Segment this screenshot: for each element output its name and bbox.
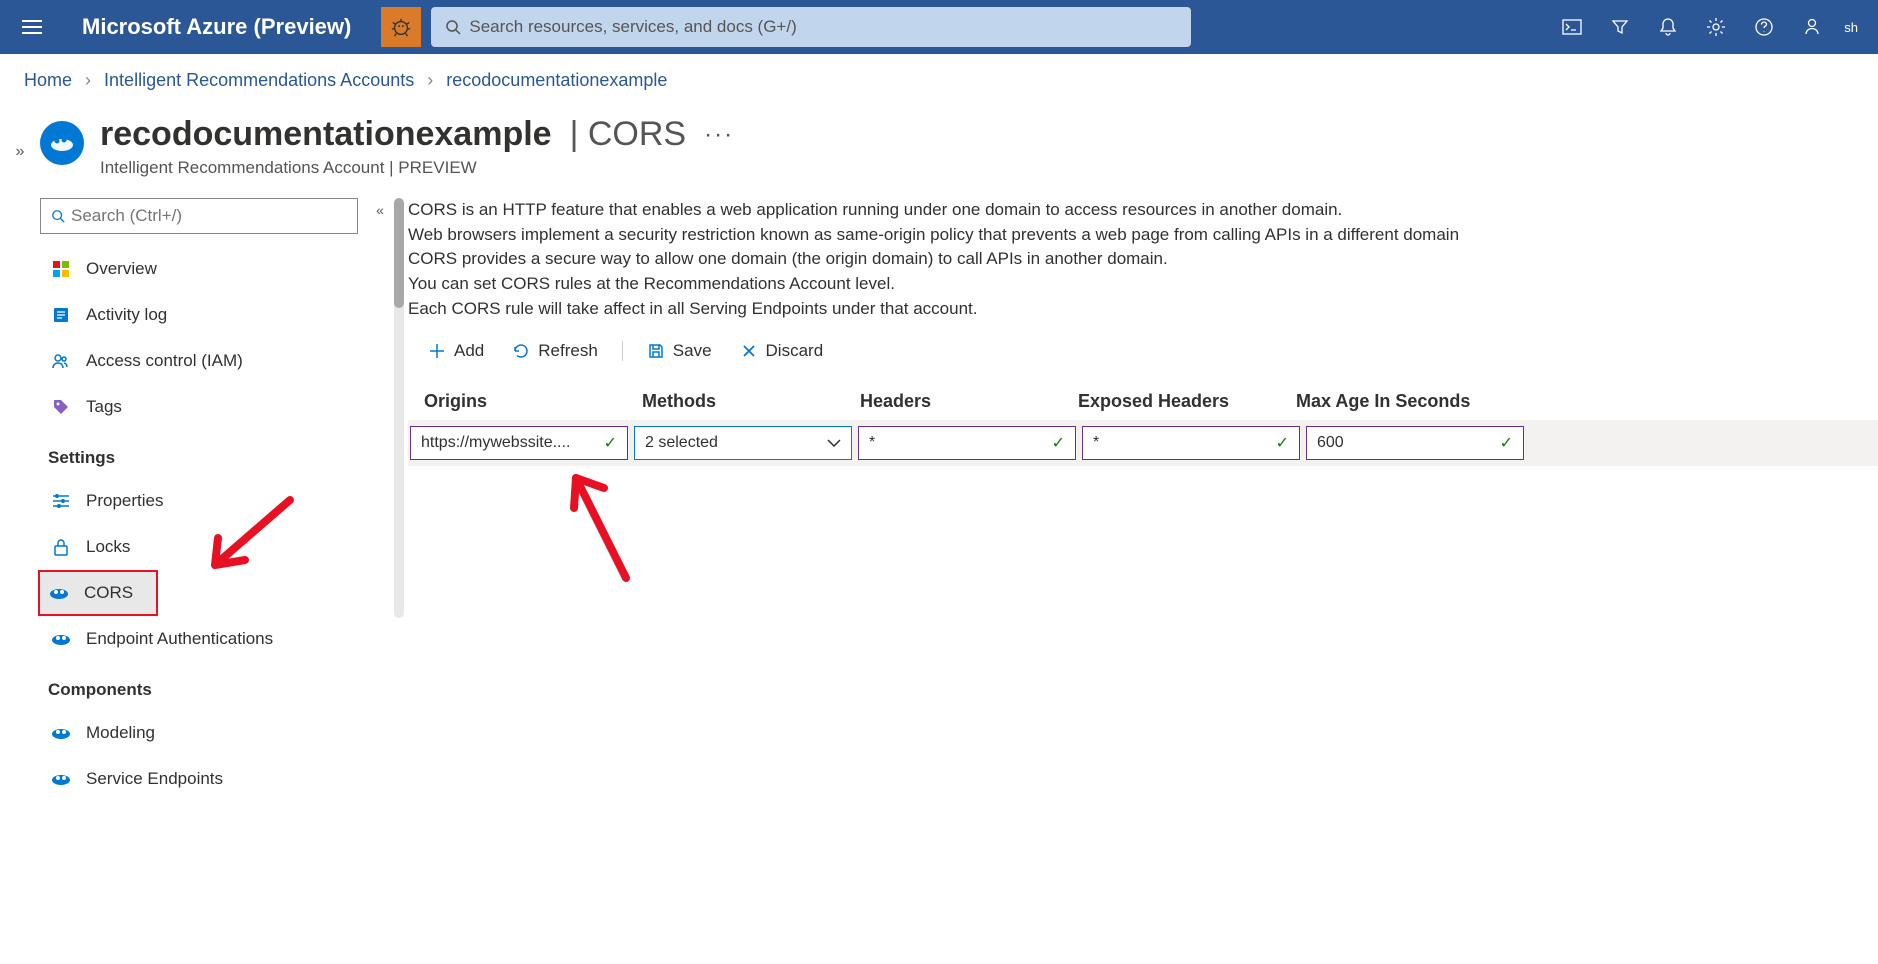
sidebar-item-label: Overview bbox=[86, 259, 157, 279]
page-title-suffix: | CORS bbox=[570, 115, 687, 154]
discard-button[interactable]: Discard bbox=[730, 335, 834, 367]
top-actions: sh bbox=[1548, 0, 1866, 54]
sidebar-item-label: Properties bbox=[86, 491, 163, 511]
user-label[interactable]: sh bbox=[1836, 20, 1866, 35]
breadcrumb-accounts[interactable]: Intelligent Recommendations Accounts bbox=[104, 70, 414, 90]
service-endpoints-icon bbox=[48, 766, 74, 792]
sidebar-item-locks[interactable]: Locks bbox=[40, 524, 358, 570]
bug-button[interactable] bbox=[381, 7, 421, 47]
col-exposed: Exposed Headers bbox=[1070, 383, 1288, 420]
feedback-button[interactable] bbox=[1788, 0, 1836, 54]
overview-icon bbox=[48, 256, 74, 282]
sidebar-item-service-endpoints[interactable]: Service Endpoints bbox=[40, 756, 358, 802]
col-origins: Origins bbox=[416, 383, 634, 420]
col-methods: Methods bbox=[634, 383, 852, 420]
sidebar-item-label: Activity log bbox=[86, 305, 167, 325]
global-search[interactable] bbox=[431, 7, 1191, 47]
add-button[interactable]: Add bbox=[418, 335, 494, 367]
col-headers: Headers bbox=[852, 383, 1070, 420]
expand-toggle[interactable]: » bbox=[0, 107, 40, 963]
sidebar-item-access-control[interactable]: Access control (IAM) bbox=[40, 338, 358, 384]
sidebar-search[interactable] bbox=[40, 198, 358, 234]
cors-icon bbox=[46, 580, 72, 606]
check-icon: ✓ bbox=[1500, 433, 1513, 453]
breadcrumb-resource[interactable]: recodocumentationexample bbox=[446, 70, 667, 90]
breadcrumb: Home › Intelligent Recommendations Accou… bbox=[0, 54, 1878, 107]
sidebar-section-settings: Settings bbox=[40, 430, 358, 478]
help-button[interactable] bbox=[1740, 0, 1788, 54]
sidebar-item-label: CORS bbox=[84, 583, 133, 603]
sidebar-section-components: Components bbox=[40, 662, 358, 710]
save-icon bbox=[647, 342, 665, 360]
headers-input[interactable]: * ✓ bbox=[858, 426, 1076, 460]
search-icon bbox=[445, 19, 461, 35]
sidebar-item-properties[interactable]: Properties bbox=[40, 478, 358, 524]
top-bar: Microsoft Azure (Preview) sh bbox=[0, 0, 1878, 54]
brand-title[interactable]: Microsoft Azure (Preview) bbox=[82, 14, 351, 40]
modeling-icon bbox=[48, 720, 74, 746]
filter-button[interactable] bbox=[1596, 0, 1644, 54]
origins-input[interactable]: https://mywebssite.... ✓ bbox=[410, 426, 628, 460]
sidebar-item-modeling[interactable]: Modeling bbox=[40, 710, 358, 756]
sidebar-item-label: Endpoint Authentications bbox=[86, 629, 273, 649]
plus-icon bbox=[428, 342, 446, 360]
settings-button[interactable] bbox=[1692, 0, 1740, 54]
check-icon: ✓ bbox=[604, 433, 617, 453]
resource-icon bbox=[40, 121, 84, 165]
page-subtitle: Intelligent Recommendations Account | PR… bbox=[100, 158, 734, 178]
page-header: recodocumentationexample | CORS ··· Inte… bbox=[40, 107, 1878, 198]
check-icon: ✓ bbox=[1052, 433, 1065, 453]
activity-log-icon bbox=[48, 302, 74, 328]
hamburger-menu[interactable] bbox=[12, 7, 52, 47]
properties-icon bbox=[48, 488, 74, 514]
cors-table-header: Origins Methods Headers Exposed Headers … bbox=[408, 383, 1878, 420]
notifications-button[interactable] bbox=[1644, 0, 1692, 54]
tags-icon bbox=[48, 394, 74, 420]
sidebar-item-overview[interactable]: Overview bbox=[40, 246, 358, 292]
refresh-icon bbox=[512, 342, 530, 360]
sidebar-item-activity-log[interactable]: Activity log bbox=[40, 292, 358, 338]
cloud-shell-button[interactable] bbox=[1548, 0, 1596, 54]
sidebar-item-label: Tags bbox=[86, 397, 122, 417]
maxage-input[interactable]: 600 ✓ bbox=[1306, 426, 1524, 460]
chevron-down-icon bbox=[827, 439, 841, 447]
sidebar-item-label: Service Endpoints bbox=[86, 769, 223, 789]
page-title: recodocumentationexample bbox=[100, 115, 552, 154]
col-maxage: Max Age In Seconds bbox=[1288, 383, 1506, 420]
scrollbar[interactable] bbox=[394, 198, 404, 618]
sidebar: Overview Activity log Access control (IA… bbox=[40, 198, 366, 963]
save-button[interactable]: Save bbox=[637, 335, 722, 367]
methods-select[interactable]: 2 selected bbox=[634, 426, 852, 460]
sidebar-item-cors[interactable]: CORS bbox=[38, 570, 158, 616]
check-icon: ✓ bbox=[1276, 433, 1289, 453]
exposed-headers-input[interactable]: * ✓ bbox=[1082, 426, 1300, 460]
more-actions[interactable]: ··· bbox=[704, 121, 734, 149]
breadcrumb-home[interactable]: Home bbox=[24, 70, 72, 90]
locks-icon bbox=[48, 534, 74, 560]
sidebar-search-input[interactable] bbox=[71, 206, 347, 226]
sidebar-item-tags[interactable]: Tags bbox=[40, 384, 358, 430]
global-search-input[interactable] bbox=[469, 17, 1177, 37]
sidebar-item-label: Access control (IAM) bbox=[86, 351, 243, 371]
endpoint-auth-icon bbox=[48, 626, 74, 652]
refresh-button[interactable]: Refresh bbox=[502, 335, 608, 367]
cors-row: https://mywebssite.... ✓ 2 selected * ✓ bbox=[408, 420, 1878, 466]
sidebar-item-label: Modeling bbox=[86, 723, 155, 743]
access-control-icon bbox=[48, 348, 74, 374]
collapse-panel[interactable]: « bbox=[366, 198, 394, 963]
sidebar-item-endpoint-auth[interactable]: Endpoint Authentications bbox=[40, 616, 358, 662]
info-text: CORS is an HTTP feature that enables a w… bbox=[408, 198, 1878, 321]
discard-icon bbox=[740, 342, 758, 360]
toolbar: Add Refresh Save Disca bbox=[408, 335, 1878, 367]
sidebar-item-label: Locks bbox=[86, 537, 130, 557]
search-icon bbox=[51, 209, 65, 223]
